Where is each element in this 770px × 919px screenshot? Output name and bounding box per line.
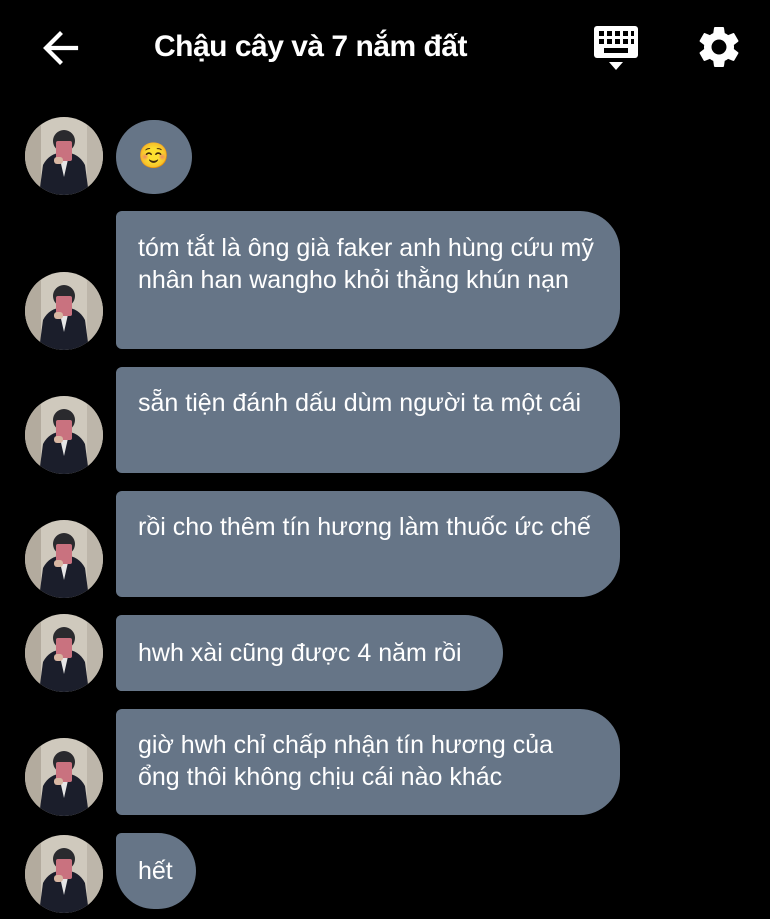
message-bubble[interactable]: giờ hwh chỉ chấp nhận tín hương của ổng … [116, 709, 620, 815]
avatar[interactable] [25, 520, 103, 598]
avatar[interactable] [25, 738, 103, 816]
avatar[interactable] [25, 396, 103, 474]
keyboard-button[interactable] [592, 26, 640, 72]
back-button[interactable] [36, 24, 84, 72]
top-bar: Chậu cây và 7 nắm đất [0, 0, 770, 94]
settings-button[interactable] [694, 22, 744, 72]
message-bubble[interactable]: hết [116, 833, 196, 909]
avatar[interactable] [25, 835, 103, 913]
message-bubble[interactable]: tóm tắt là ông già faker anh hùng cứu mỹ… [116, 211, 620, 349]
avatar[interactable] [25, 117, 103, 195]
message-bubble[interactable]: sẵn tiện đánh dấu dùm người ta một cái [116, 367, 620, 473]
avatar[interactable] [25, 272, 103, 350]
message-bubble[interactable]: ☺️ [116, 120, 192, 194]
message-bubble[interactable]: hwh xài cũng được 4 năm rồi [116, 615, 503, 691]
arrow-left-icon [43, 31, 79, 65]
avatar[interactable] [25, 614, 103, 692]
page-title: Chậu cây và 7 nắm đất [154, 30, 467, 63]
message-bubble[interactable]: rồi cho thêm tín hương làm thuốc ức chế [116, 491, 620, 597]
keyboard-icon [594, 26, 638, 70]
gear-icon [699, 27, 739, 67]
